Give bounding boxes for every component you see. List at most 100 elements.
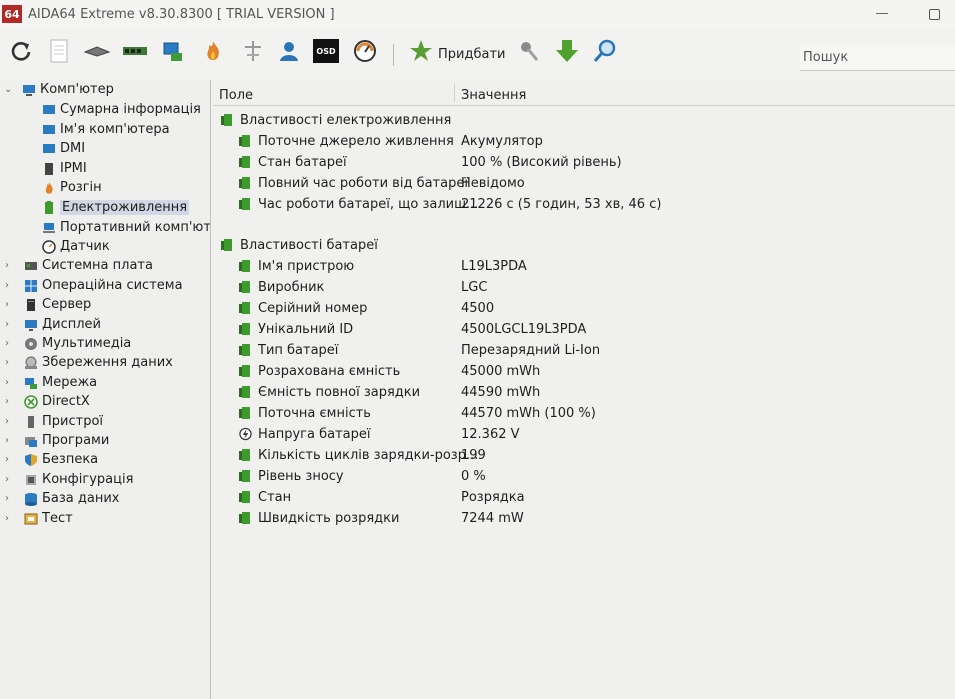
- report-icon[interactable]: [46, 38, 72, 64]
- collapsed-chevron-icon[interactable]: ›: [5, 300, 15, 310]
- database-icon: [24, 492, 38, 506]
- collapsed-chevron-icon[interactable]: ›: [5, 281, 15, 291]
- tree-item-programs[interactable]: Програми: [24, 431, 109, 450]
- wrench-tools-icon[interactable]: [516, 38, 542, 64]
- network-icon: [24, 376, 38, 390]
- battery-icon: [239, 259, 252, 273]
- tree-item-os[interactable]: Операційна система: [24, 276, 183, 295]
- network-toolbar-icon[interactable]: [160, 38, 186, 64]
- collapsed-chevron-icon[interactable]: ›: [5, 436, 15, 446]
- tools-icon[interactable]: [240, 38, 266, 64]
- collapsed-chevron-icon[interactable]: ›: [5, 378, 15, 388]
- property-value: 199: [461, 447, 486, 463]
- column-header-field[interactable]: Поле: [219, 88, 253, 103]
- sensor-gauge-icon[interactable]: [352, 38, 378, 64]
- tree-item-devices[interactable]: Пристрої: [24, 412, 103, 431]
- expanded-chevron-icon[interactable]: ⌄: [4, 85, 14, 95]
- search-input[interactable]: [800, 45, 955, 71]
- tree-item-benchmark[interactable]: Тест: [24, 509, 73, 528]
- battery-icon: [239, 364, 252, 378]
- property-value: LGC: [461, 279, 488, 295]
- collapsed-chevron-icon[interactable]: ›: [5, 417, 15, 427]
- battery-icon: [239, 134, 252, 148]
- download-arrow-icon[interactable]: [554, 38, 580, 64]
- tree-item-ipmi[interactable]: IPMI: [42, 159, 87, 178]
- tree-item-network[interactable]: Мережа: [24, 373, 97, 392]
- battery-icon: [239, 385, 252, 399]
- devices-icon: [24, 415, 38, 429]
- property-field: Кількість циклів зарядки-розр...: [258, 447, 479, 463]
- computer-summary-icon: [42, 103, 56, 117]
- minimize-button[interactable]: [876, 13, 888, 14]
- collapsed-chevron-icon[interactable]: ›: [5, 494, 15, 504]
- tree-item-display[interactable]: Дисплей: [24, 315, 101, 334]
- tree-item-label: Сумарна інформація: [60, 102, 201, 117]
- laptop-icon: [42, 221, 56, 235]
- tree-item-label: Системна плата: [42, 258, 153, 273]
- tree-item-label: Програми: [42, 433, 110, 448]
- property-value: 21226 с (5 годин, 53 хв, 46 с): [461, 196, 662, 212]
- computer-icon: [22, 83, 36, 97]
- tree-item-label: Портативний комп'юте: [60, 220, 211, 235]
- maximize-button[interactable]: [929, 9, 940, 20]
- collapsed-chevron-icon[interactable]: ›: [5, 514, 15, 524]
- collapsed-chevron-icon[interactable]: ›: [5, 320, 15, 330]
- collapsed-chevron-icon[interactable]: ›: [5, 358, 15, 368]
- tree-item-database[interactable]: База даних: [24, 489, 120, 508]
- motherboard-toolbar-icon[interactable]: [84, 38, 110, 64]
- tree-item-server[interactable]: Сервер: [24, 295, 91, 314]
- property-value: 100 % (Високий рівень): [461, 154, 622, 170]
- property-value: 44570 mWh (100 %): [461, 405, 596, 421]
- property-field: Виробник: [258, 279, 325, 295]
- tree-item-motherboard[interactable]: Системна плата: [24, 256, 153, 275]
- tree-item-security[interactable]: Безпека: [24, 450, 98, 469]
- battery-icon: [239, 155, 252, 169]
- battery-icon: [239, 197, 252, 211]
- property-value: 12.362 V: [461, 426, 520, 442]
- collapsed-chevron-icon[interactable]: ›: [5, 397, 15, 407]
- osd-icon[interactable]: OSD: [312, 38, 340, 64]
- tree-item-portable[interactable]: Портативний комп'юте: [42, 218, 211, 237]
- refresh-icon[interactable]: [8, 38, 34, 64]
- tree-item-label: IPMI: [60, 161, 87, 176]
- search-magnifier-icon[interactable]: [592, 38, 618, 64]
- tree-item-computer[interactable]: Комп'ютер: [22, 80, 114, 99]
- property-field: Поточне джерело живлення: [258, 133, 454, 149]
- tree-item-storage[interactable]: Збереження даних: [24, 353, 173, 372]
- battery-icon: [221, 113, 234, 127]
- tree-item-label: Електроживлення: [60, 200, 190, 215]
- buy-button[interactable]: Придбати: [438, 47, 505, 62]
- tree-item-overclock[interactable]: Розгін: [42, 178, 102, 197]
- tree-item-label: Безпека: [42, 452, 99, 467]
- collapsed-chevron-icon[interactable]: ›: [5, 455, 15, 465]
- tree-item-sensor[interactable]: Датчик: [42, 237, 110, 256]
- navigation-tree: ⌄ Комп'ютер Сумарна інформація Ім'я комп…: [0, 80, 211, 699]
- column-divider[interactable]: [454, 84, 455, 102]
- property-field: Час роботи батареї, що залиш...: [258, 196, 479, 212]
- collapsed-chevron-icon[interactable]: ›: [5, 339, 15, 349]
- tree-item-label: DMI: [60, 141, 86, 156]
- collapsed-chevron-icon[interactable]: ›: [5, 475, 15, 485]
- memory-icon[interactable]: [122, 38, 148, 64]
- property-field: Швидкість розрядки: [258, 510, 400, 526]
- tree-item-multimedia[interactable]: Мультимедіа: [24, 334, 131, 353]
- multimedia-icon: [24, 337, 38, 351]
- collapsed-chevron-icon[interactable]: ›: [5, 261, 15, 271]
- buy-star-icon[interactable]: [408, 38, 434, 64]
- overclock-flame-icon[interactable]: [200, 38, 226, 64]
- tree-item-summary[interactable]: Сумарна інформація: [42, 100, 201, 119]
- property-field: Унікальний ID: [258, 321, 354, 337]
- property-field: Серійний номер: [258, 300, 368, 316]
- tree-item-computer-name[interactable]: Ім'я комп'ютера: [42, 120, 170, 139]
- tree-item-power[interactable]: Електроживлення: [42, 198, 190, 217]
- tree-item-configuration[interactable]: Конфігурація: [24, 470, 133, 489]
- configuration-icon: [24, 473, 38, 487]
- tree-item-dmi[interactable]: DMI: [42, 139, 85, 158]
- column-header-value[interactable]: Значення: [461, 88, 526, 103]
- ipmi-icon: [42, 162, 56, 176]
- user-icon[interactable]: [276, 38, 302, 64]
- tree-item-label: Пристрої: [42, 414, 104, 429]
- tree-item-directx[interactable]: DirectX: [24, 392, 90, 411]
- property-value: 0 %: [461, 468, 486, 484]
- tree-item-label: Мультимедіа: [42, 336, 132, 351]
